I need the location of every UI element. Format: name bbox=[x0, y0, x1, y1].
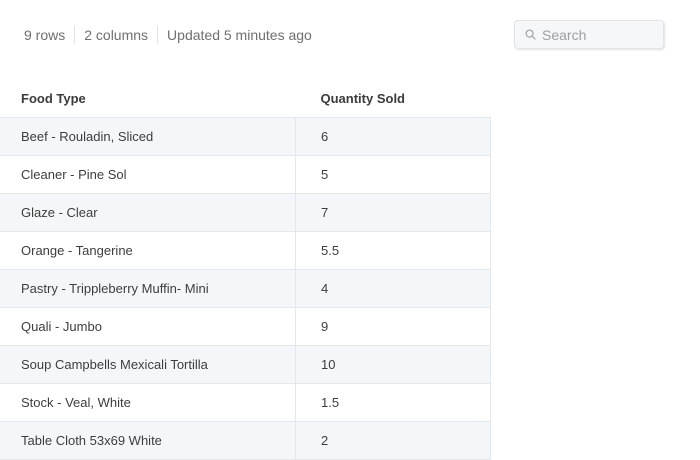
quantity-sold-cell: 9 bbox=[295, 307, 491, 346]
food-type-cell: Beef - Rouladin, Sliced bbox=[0, 117, 296, 156]
quantity-sold-cell: 4 bbox=[295, 269, 491, 308]
meta-divider bbox=[157, 26, 159, 44]
table-row: Soup Campbells Mexicali Tortilla 10 bbox=[0, 345, 491, 384]
column-header-food-type[interactable]: Food Type bbox=[0, 80, 296, 118]
table-meta-bar: 9 rows 2 columns Updated 5 minutes ago bbox=[24, 26, 312, 44]
food-type-cell: Orange - Tangerine bbox=[0, 231, 296, 270]
quantity-sold-cell: 1.5 bbox=[295, 383, 491, 422]
table-row: Beef - Rouladin, Sliced 6 bbox=[0, 117, 491, 156]
table-row: Table Cloth 53x69 White 2 bbox=[0, 421, 491, 460]
column-count: 2 columns bbox=[84, 27, 149, 43]
food-type-cell: Stock - Veal, White bbox=[0, 383, 296, 422]
food-type-cell: Soup Campbells Mexicali Tortilla bbox=[0, 345, 296, 384]
quantity-sold-cell: 10 bbox=[295, 345, 491, 384]
column-header-quantity-sold[interactable]: Quantity Sold bbox=[295, 80, 491, 118]
search-input[interactable] bbox=[542, 26, 652, 43]
quantity-sold-cell: 5 bbox=[295, 155, 491, 194]
meta-divider bbox=[74, 26, 76, 44]
row-count: 9 rows bbox=[24, 27, 66, 43]
food-type-cell: Table Cloth 53x69 White bbox=[0, 421, 296, 460]
table-row: Pastry - Trippleberry Muffin- Mini 4 bbox=[0, 269, 491, 308]
food-type-cell: Glaze - Clear bbox=[0, 193, 296, 232]
table-row: Cleaner - Pine Sol 5 bbox=[0, 155, 491, 194]
search-icon bbox=[525, 29, 536, 40]
data-table: Food Type Quantity Sold Beef - Rouladin,… bbox=[0, 80, 491, 460]
food-type-cell: Cleaner - Pine Sol bbox=[0, 155, 296, 194]
table-row: Glaze - Clear 7 bbox=[0, 193, 491, 232]
quantity-sold-cell: 5.5 bbox=[295, 231, 491, 270]
quantity-sold-cell: 6 bbox=[295, 117, 491, 156]
table-row: Orange - Tangerine 5.5 bbox=[0, 231, 491, 270]
search-box[interactable] bbox=[514, 20, 664, 49]
table-row: Stock - Veal, White 1.5 bbox=[0, 383, 491, 422]
updated-timestamp: Updated 5 minutes ago bbox=[167, 27, 312, 43]
quantity-sold-cell: 2 bbox=[295, 421, 491, 460]
table-header-row: Food Type Quantity Sold bbox=[0, 80, 491, 118]
table-row: Quali - Jumbo 9 bbox=[0, 307, 491, 346]
food-type-cell: Quali - Jumbo bbox=[0, 307, 296, 346]
quantity-sold-cell: 7 bbox=[295, 193, 491, 232]
food-type-cell: Pastry - Trippleberry Muffin- Mini bbox=[0, 269, 296, 308]
